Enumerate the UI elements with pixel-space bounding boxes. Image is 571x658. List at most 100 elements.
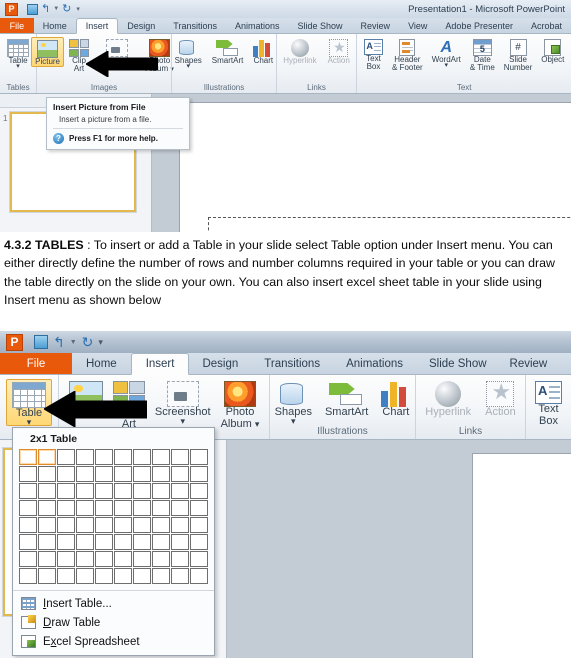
grid-cell[interactable]	[38, 568, 56, 584]
grid-cell[interactable]	[76, 449, 94, 465]
grid-cell[interactable]	[76, 568, 94, 584]
chevron-down-icon[interactable]: ▾	[180, 416, 185, 426]
tab-adobe-presenter[interactable]: Adobe Presenter	[436, 18, 522, 34]
chevron-down-icon[interactable]: ▾	[27, 417, 32, 427]
ribbon-button-hyperlink[interactable]: Hyperlink	[280, 37, 319, 65]
tab-transitions[interactable]: Transitions	[164, 18, 226, 34]
grid-cell[interactable]	[57, 551, 75, 567]
grid-cell[interactable]	[152, 500, 170, 516]
grid-cell[interactable]	[95, 449, 113, 465]
grid-cell[interactable]	[95, 551, 113, 567]
grid-cell[interactable]	[190, 466, 208, 482]
grid-cell[interactable]	[171, 517, 189, 533]
grid-cell[interactable]	[152, 449, 170, 465]
grid-cell[interactable]	[38, 551, 56, 567]
chevron-down-icon[interactable]: ▾	[186, 63, 190, 70]
redo-icon[interactable]: ↻	[82, 335, 94, 349]
quick-access-toolbar[interactable]: ↰ ▼ ↻ ▾	[29, 335, 103, 349]
tab-slide-show[interactable]: Slide Show	[289, 18, 352, 34]
ribbon-tab-strip[interactable]: File Home Insert Design Transitions Anim…	[0, 18, 571, 34]
ribbon-button-date-time[interactable]: 5 Date & Time	[467, 37, 498, 73]
chevron-down-icon[interactable]: ▾	[16, 63, 20, 70]
grid-cell[interactable]	[171, 466, 189, 482]
tab-insert[interactable]: Insert	[75, 18, 119, 34]
grid-cell[interactable]	[95, 568, 113, 584]
ribbon-button-smartart[interactable]: SmartArt	[322, 379, 371, 419]
grid-cell[interactable]	[114, 466, 132, 482]
tab-slide-show[interactable]: Slide Show	[416, 353, 500, 375]
grid-cell[interactable]	[152, 551, 170, 567]
quick-access-toolbar[interactable]: ↰ ▼ ↻ ▾	[22, 3, 80, 15]
tab-transitions[interactable]: Transitions	[251, 353, 333, 375]
grid-cell[interactable]	[114, 534, 132, 550]
grid-cell[interactable]	[114, 449, 132, 465]
grid-cell[interactable]	[57, 449, 75, 465]
ribbon-button-photo-album[interactable]: Photo Album ▾	[218, 379, 263, 430]
grid-cell[interactable]	[76, 551, 94, 567]
menu-item-insert-table[interactable]: Insert Table...	[13, 594, 214, 613]
grid-cell[interactable]	[57, 534, 75, 550]
grid-cell[interactable]	[38, 517, 56, 533]
grid-cell[interactable]	[19, 500, 37, 516]
tab-acrobat[interactable]: Acrobat	[522, 18, 571, 34]
grid-cell[interactable]	[95, 483, 113, 499]
tab-insert[interactable]: Insert	[130, 353, 190, 375]
ribbon-button-header-footer[interactable]: Header & Footer	[389, 37, 426, 73]
ribbon-button-shapes[interactable]: Shapes ▾	[172, 37, 205, 70]
grid-cell[interactable]	[171, 534, 189, 550]
grid-cell[interactable]	[95, 517, 113, 533]
grid-cell[interactable]	[133, 449, 151, 465]
menu-item-draw-table[interactable]: Draw Table	[13, 613, 214, 632]
grid-cell[interactable]	[19, 517, 37, 533]
grid-cell[interactable]	[57, 517, 75, 533]
grid-cell[interactable]	[133, 551, 151, 567]
table-size-grid[interactable]	[13, 449, 214, 584]
save-icon[interactable]	[27, 3, 38, 15]
ribbon-button-wordart[interactable]: A WordArt ▾	[429, 37, 464, 69]
grid-cell[interactable]	[133, 466, 151, 482]
chevron-down-icon[interactable]: ▾	[291, 416, 296, 426]
grid-cell[interactable]	[190, 551, 208, 567]
grid-cell[interactable]	[190, 534, 208, 550]
grid-cell[interactable]	[190, 500, 208, 516]
grid-cell[interactable]	[57, 500, 75, 516]
grid-cell[interactable]	[133, 483, 151, 499]
grid-cell[interactable]	[114, 568, 132, 584]
grid-cell[interactable]	[190, 483, 208, 499]
grid-cell[interactable]	[114, 517, 132, 533]
grid-cell[interactable]	[190, 517, 208, 533]
grid-cell[interactable]	[19, 483, 37, 499]
grid-cell[interactable]	[190, 568, 208, 584]
ribbon-button-screenshot[interactable]: Screenshot ▾	[152, 379, 214, 426]
grid-cell[interactable]	[152, 568, 170, 584]
grid-cell[interactable]	[19, 449, 37, 465]
grid-cell[interactable]	[171, 500, 189, 516]
grid-cell[interactable]	[114, 500, 132, 516]
grid-cell[interactable]	[19, 534, 37, 550]
ribbon-button-chart[interactable]: Chart	[378, 379, 413, 419]
grid-cell[interactable]	[19, 568, 37, 584]
grid-cell[interactable]	[57, 568, 75, 584]
grid-cell[interactable]	[152, 483, 170, 499]
menu-item-excel-spreadsheet[interactable]: Excel Spreadsheet	[13, 632, 214, 651]
undo-icon[interactable]: ↰	[41, 3, 50, 15]
content-placeholder[interactable]	[208, 217, 571, 232]
grid-cell[interactable]	[38, 500, 56, 516]
ribbon-button-shapes[interactable]: Shapes ▾	[272, 379, 315, 426]
grid-cell[interactable]	[171, 551, 189, 567]
slide-canvas[interactable]	[472, 453, 571, 658]
save-icon[interactable]	[34, 335, 48, 349]
grid-cell[interactable]	[133, 500, 151, 516]
grid-cell[interactable]	[133, 568, 151, 584]
ribbon-button-table[interactable]: Table ▾	[4, 37, 32, 70]
grid-cell[interactable]	[57, 466, 75, 482]
customize-qat-icon[interactable]: ▾	[98, 337, 103, 348]
grid-cell[interactable]	[114, 483, 132, 499]
grid-cell[interactable]	[95, 466, 113, 482]
grid-cell[interactable]	[76, 500, 94, 516]
grid-cell[interactable]	[95, 534, 113, 550]
tab-file[interactable]: File	[0, 18, 34, 34]
grid-cell[interactable]	[114, 551, 132, 567]
tab-file[interactable]: File	[0, 353, 72, 375]
undo-dropdown-icon[interactable]: ▼	[70, 339, 77, 346]
